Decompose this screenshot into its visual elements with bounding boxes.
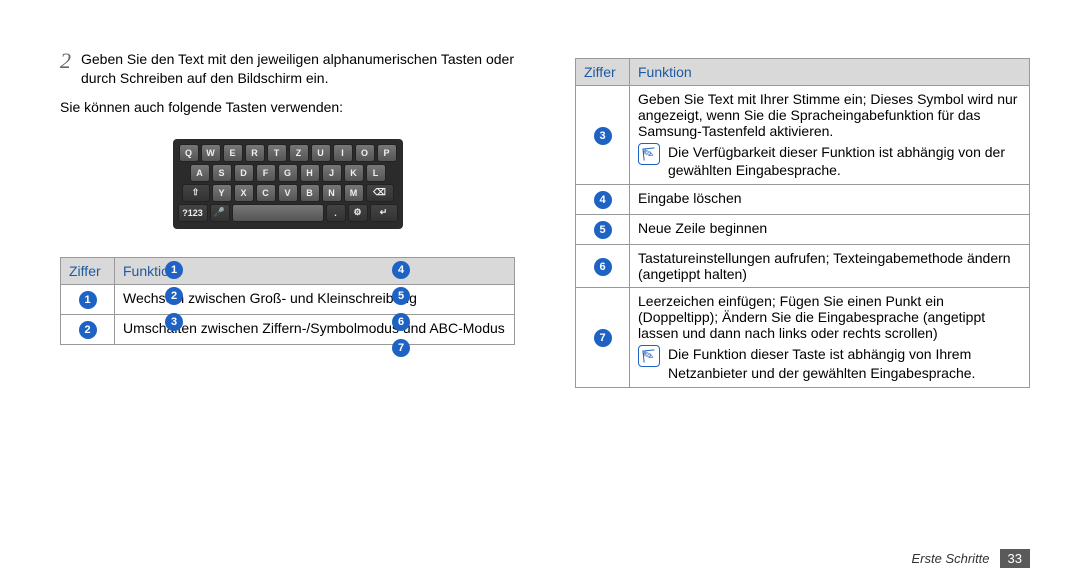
- number-badge: 4: [594, 191, 612, 209]
- note-text: Die Funktion dieser Taste ist abhängig v…: [668, 345, 1021, 381]
- key: .: [326, 204, 346, 222]
- page-footer: Erste Schritte 33: [912, 549, 1031, 568]
- key: J: [322, 164, 342, 182]
- function-cell: Eingabe löschen: [630, 185, 1030, 215]
- col-header-funktion: Funktion: [630, 59, 1030, 86]
- key: P: [377, 144, 397, 162]
- note-icon: [638, 345, 660, 367]
- callout-4: 4: [392, 261, 410, 279]
- key: 🎤: [210, 204, 230, 222]
- col-header-ziffer: Ziffer: [576, 59, 630, 86]
- key: A: [190, 164, 210, 182]
- number-badge: 6: [594, 258, 612, 276]
- key: O: [355, 144, 375, 162]
- key: [232, 204, 324, 222]
- key: ⚙: [348, 204, 368, 222]
- callout-5: 5: [392, 287, 410, 305]
- step-text: Geben Sie den Text mit den jeweiligen al…: [81, 50, 515, 88]
- function-table-right: Ziffer Funktion 3 Geben Sie Text mit Ihre…: [575, 58, 1030, 388]
- page: 2 Geben Sie den Text mit den jeweiligen …: [0, 0, 1080, 418]
- key: S: [212, 164, 232, 182]
- key: X: [234, 184, 254, 202]
- keyboard: QWERTZUIOP ASDFGHJKL ⇧YXCVBNM⌫ ?123🎤.⚙↵: [173, 139, 403, 229]
- note-icon: [638, 143, 660, 165]
- key: E: [223, 144, 243, 162]
- key: ⌫: [366, 184, 394, 202]
- table-row: 2Umschalten zwischen Ziffern-/Symbolmodu…: [61, 314, 515, 344]
- body-text: Sie können auch folgende Tasten verwende…: [60, 98, 515, 117]
- function-text: Geben Sie Text mit Ihrer Stimme ein; Die…: [638, 91, 1021, 139]
- key: T: [267, 144, 287, 162]
- note-row: Die Verfügbarkeit dieser Funktion ist ab…: [638, 143, 1021, 179]
- number-badge: 7: [594, 329, 612, 347]
- key: ↵: [370, 204, 398, 222]
- callout-2: 2: [165, 287, 183, 305]
- callout-7: 7: [392, 339, 410, 357]
- number-badge: 1: [79, 291, 97, 309]
- key: V: [278, 184, 298, 202]
- key: ⇧: [182, 184, 210, 202]
- key: F: [256, 164, 276, 182]
- function-table-left: Ziffer Funktion 1Wechseln zwischen Groß-…: [60, 257, 515, 345]
- key: L: [366, 164, 386, 182]
- key: Y: [212, 184, 232, 202]
- col-header-ziffer: Ziffer: [61, 257, 115, 284]
- table-row: 5 Neue Zeile beginnen: [576, 215, 1030, 245]
- key: K: [344, 164, 364, 182]
- table-row: 6 Tastatureinstellungen aufrufen; Textein…: [576, 245, 1030, 288]
- key: M: [344, 184, 364, 202]
- footer-section: Erste Schritte: [912, 551, 990, 566]
- note-text: Die Verfügbarkeit dieser Funktion ist ab…: [668, 143, 1021, 179]
- footer-page-number: 33: [1000, 549, 1030, 568]
- key: W: [201, 144, 221, 162]
- step-number: 2: [60, 50, 71, 72]
- callout-1: 1: [165, 261, 183, 279]
- keyboard-illustration: QWERTZUIOP ASDFGHJKL ⇧YXCVBNM⌫ ?123🎤.⚙↵ …: [60, 129, 515, 249]
- key: I: [333, 144, 353, 162]
- key: Q: [179, 144, 199, 162]
- table-row: 3 Geben Sie Text mit Ihrer Stimme ein; Di…: [576, 86, 1030, 185]
- function-text: Eingabe löschen: [638, 190, 1021, 206]
- table-row: 7 Leerzeichen einfügen; Fügen Sie einen P…: [576, 288, 1030, 387]
- function-text: Tastatureinstellungen aufrufen; Texteing…: [638, 250, 1021, 282]
- instruction-step: 2 Geben Sie den Text mit den jeweiligen …: [60, 50, 515, 88]
- number-badge: 2: [79, 321, 97, 339]
- table-row: 4 Eingabe löschen: [576, 185, 1030, 215]
- function-cell: Tastatureinstellungen aufrufen; Texteing…: [630, 245, 1030, 288]
- key: D: [234, 164, 254, 182]
- function-cell: Neue Zeile beginnen: [630, 215, 1030, 245]
- key: G: [278, 164, 298, 182]
- number-badge: 3: [594, 127, 612, 145]
- key: B: [300, 184, 320, 202]
- callout-3: 3: [165, 313, 183, 331]
- key: H: [300, 164, 320, 182]
- table-row: 1Wechseln zwischen Groß- und Kleinschrei…: [61, 284, 515, 314]
- right-column: Ziffer Funktion 3 Geben Sie Text mit Ihre…: [575, 50, 1030, 388]
- key: N: [322, 184, 342, 202]
- callout-6: 6: [392, 313, 410, 331]
- left-column: 2 Geben Sie den Text mit den jeweiligen …: [60, 50, 515, 388]
- key: R: [245, 144, 265, 162]
- key: Z: [289, 144, 309, 162]
- key: C: [256, 184, 276, 202]
- key: U: [311, 144, 331, 162]
- note-row: Die Funktion dieser Taste ist abhängig v…: [638, 345, 1021, 381]
- function-cell: Leerzeichen einfügen; Fügen Sie einen Pu…: [630, 288, 1030, 387]
- number-badge: 5: [594, 221, 612, 239]
- function-text: Neue Zeile beginnen: [638, 220, 1021, 236]
- key: ?123: [178, 204, 208, 222]
- function-cell: Geben Sie Text mit Ihrer Stimme ein; Die…: [630, 86, 1030, 185]
- function-text: Leerzeichen einfügen; Fügen Sie einen Pu…: [638, 293, 1021, 341]
